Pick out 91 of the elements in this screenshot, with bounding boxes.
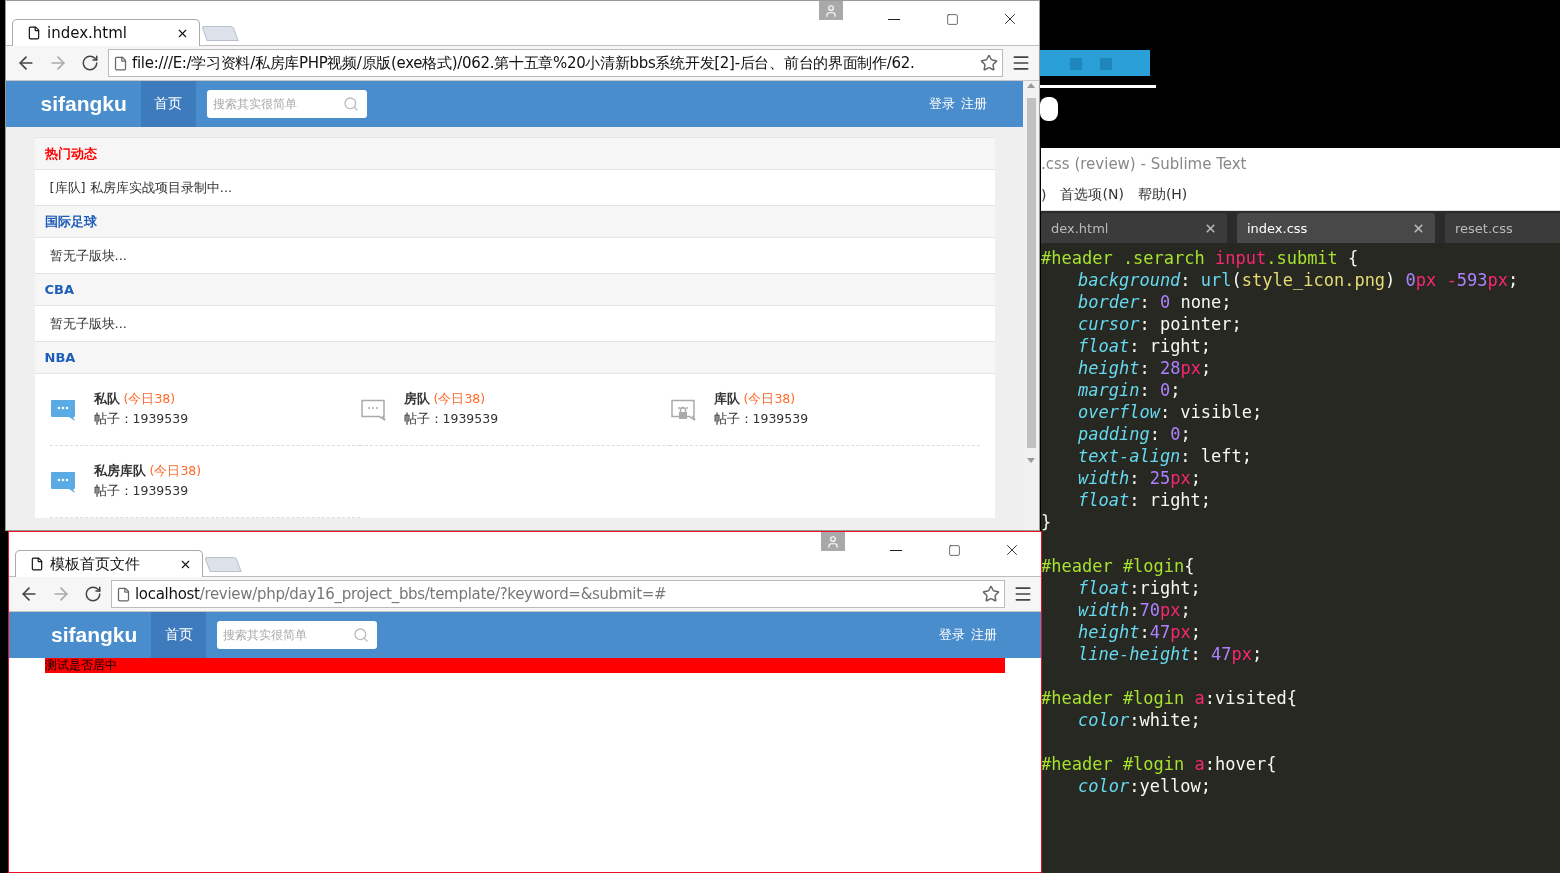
page-icon [116,586,131,602]
maximize-icon [945,12,959,26]
code-line: } [1041,511,1053,533]
menu-icon [1011,53,1031,73]
user-button[interactable] [821,532,845,551]
code-line: background: url(style_icon.png) 0px -593px; [1077,269,1520,291]
file-tab[interactable]: dex.html [1041,213,1227,243]
code-line: #header #login a:hover{ [1041,753,1278,775]
today-count: (今日38) [123,391,176,408]
site-logo[interactable]: sifangku [34,81,141,127]
new-tab-button[interactable] [201,26,239,41]
site-logo[interactable]: sifangku [45,612,151,658]
menu-item[interactable]: 首选项(N) [1060,186,1124,204]
register-link[interactable]: 注册 [971,626,997,644]
new-tab-button[interactable] [204,557,242,572]
board-name[interactable]: 房队 [403,391,430,408]
search-icon[interactable] [353,627,369,643]
address-bar[interactable]: localhost/review/php/day16_project_bbs/template/?keyword=&submit=# [111,580,1005,608]
section-text: 暂无子版块... [48,246,128,265]
code-line: width:70px; [1077,599,1192,621]
address-bar[interactable]: file:///E:/学习资料/私房库PHP视频/原版(exe格式)/062.第十五章%20小清新bbs系统开发[2]-后台、前台的界面制作/62. [108,49,1003,77]
code-line: height: 28px; [1077,357,1213,379]
code-line: cursor: pointer; [1077,313,1243,335]
today-count: (今日38) [743,391,796,408]
login-link[interactable]: 登录 [928,95,955,113]
login-link[interactable]: 登录 [939,626,965,644]
menu-icon [1013,584,1033,604]
post-count: 帖子：1939539 [713,411,809,428]
bookmark-star-icon[interactable] [982,585,1000,603]
section-title[interactable]: NBA [44,350,76,365]
person-icon [826,534,840,549]
code-line: padding: 0; [1077,423,1192,445]
chat-bubble-icon [49,470,76,493]
page-icon [27,26,41,40]
locked-chat-icon [669,398,696,421]
code-line: color:white; [1077,709,1202,731]
browser-tab[interactable]: index.html [12,19,200,46]
search-icon[interactable] [342,96,359,112]
today-count: (今日38) [149,463,202,480]
browser-tab[interactable]: 模板首页文件 [15,550,203,577]
code-line: float: right; [1077,489,1213,511]
section-text: [库队] 私房库实战项目录制中... [48,178,234,197]
minimize-icon [888,18,900,20]
section-title[interactable]: 国际足球 [44,212,97,231]
code-line: border: 0 none; [1077,291,1233,313]
code-line: line-height: 47px; [1077,643,1264,665]
code-line: height:47px; [1077,621,1202,643]
page-icon [113,55,128,71]
code-line: float: right; [1077,335,1213,357]
code-line: #header #login{ [1041,555,1196,577]
code-line: text-align: left; [1077,445,1253,467]
register-link[interactable]: 注册 [960,95,987,113]
file-tab[interactable]: reset.css [1445,213,1560,243]
post-count: 帖子：1939539 [403,411,499,428]
reload-icon [81,54,99,72]
board-name[interactable]: 私房库队 [93,463,146,480]
code-line: color:yellow; [1077,775,1213,797]
section-title[interactable]: 热门动态 [44,144,97,163]
board-name[interactable]: 私队 [93,391,120,408]
search-field[interactable]: 搜索其实很简单 [206,90,367,118]
bookmark-star-icon[interactable] [980,54,998,72]
search-field[interactable]: 搜索其实很简单 [217,621,377,649]
menu-item[interactable]: ) [1041,187,1047,203]
code-line: margin: 0; [1077,379,1182,401]
section-text: 暂无子版块... [48,314,128,333]
scrollbar[interactable] [1023,81,1039,530]
minimize-icon [890,549,902,551]
code-line: overflow: visible; [1077,401,1264,423]
test-banner: 测试是否居中 [45,658,1005,673]
post-count: 帖子：1939539 [93,483,190,500]
post-count: 帖子：1939539 [93,411,189,428]
reload-icon [84,585,102,603]
board-name[interactable]: 库队 [713,391,740,408]
page-icon [30,557,44,571]
section-title[interactable]: CBA [44,282,74,297]
nav-link[interactable]: 首页 [140,81,196,127]
window-title: .css (review) - Sublime Text [1041,148,1560,180]
maximize-icon [947,543,961,557]
code-line: #header #login a:visited{ [1041,687,1298,709]
close-tab-icon[interactable] [1204,221,1217,235]
code-line: float:right; [1077,577,1202,599]
file-tab[interactable]: index.css [1237,213,1435,243]
nav-link[interactable]: 首页 [151,612,206,658]
user-button[interactable] [819,1,843,20]
today-count: (今日38) [433,391,486,408]
code-line: #header .serarch input.submit { [1041,247,1360,269]
menu-item[interactable]: 帮助(H) [1137,186,1188,204]
code-line: width: 25px; [1077,467,1202,489]
chat-bubble-icon [359,398,386,421]
chat-bubble-icon [49,398,76,421]
person-icon [824,3,838,18]
